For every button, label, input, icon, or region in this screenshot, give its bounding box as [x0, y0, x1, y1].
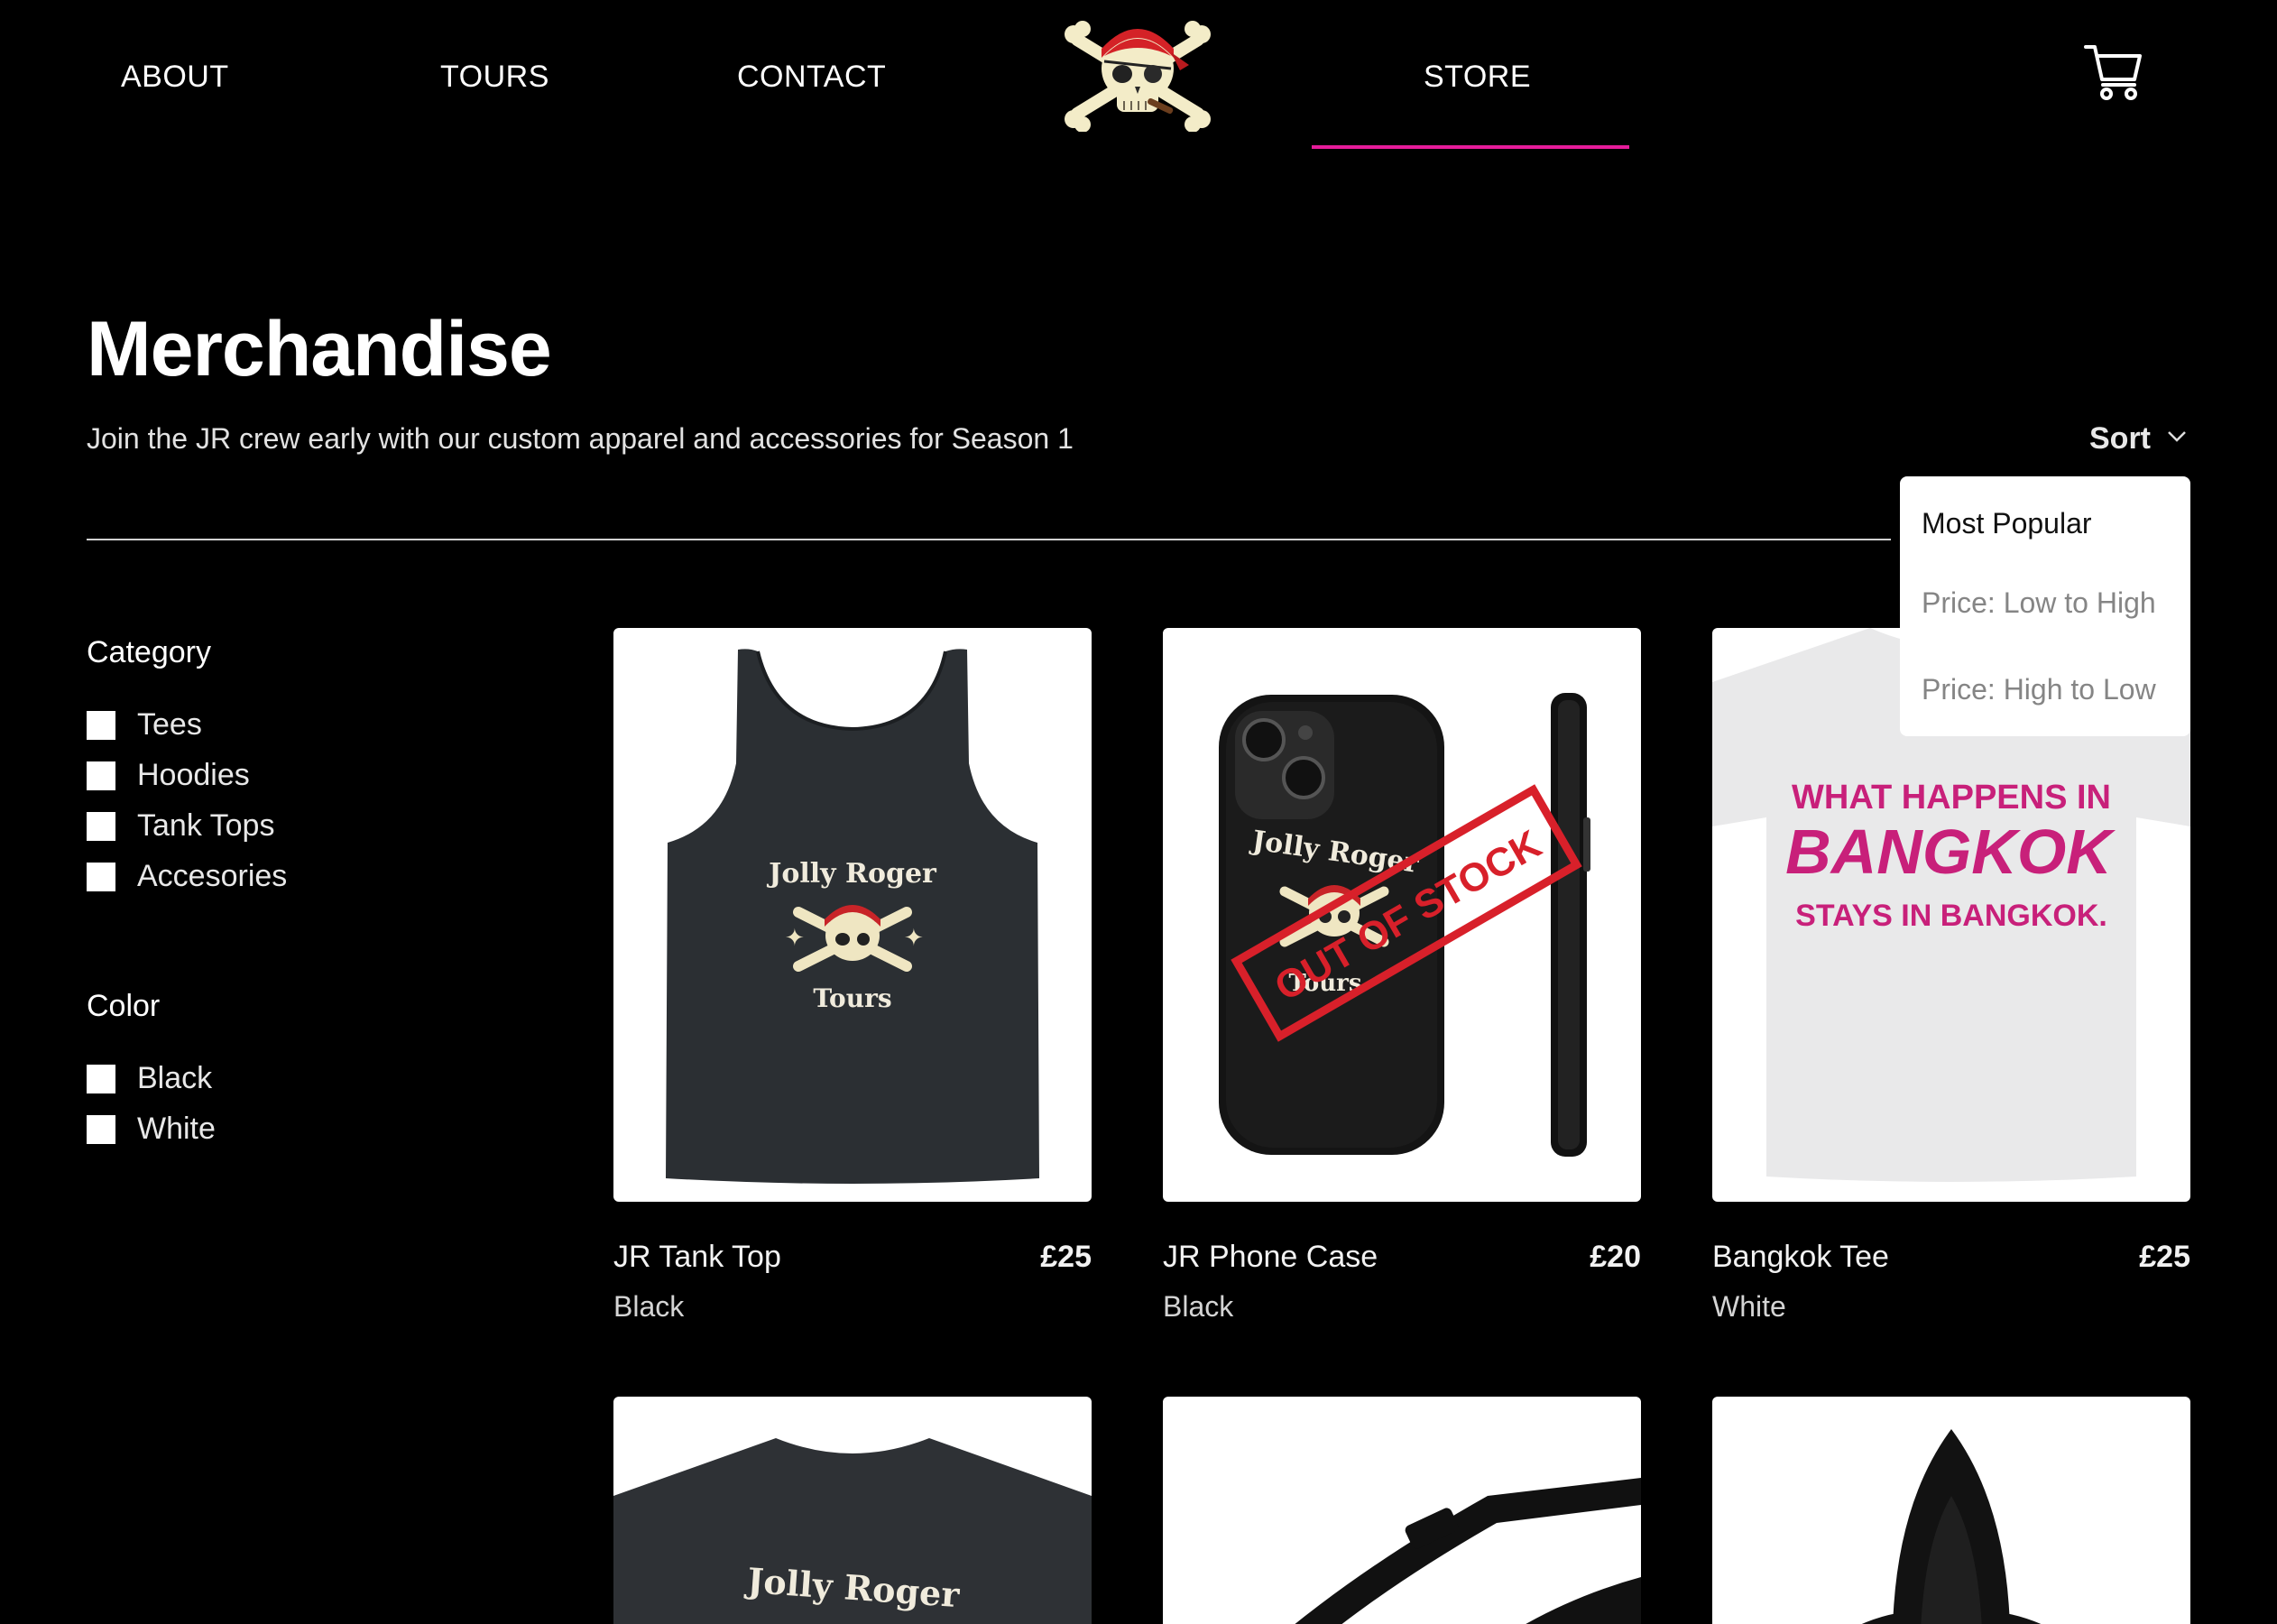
print-text: WHAT HAPPENS IN — [1792, 779, 2111, 817]
filter-accesories[interactable]: Accesories — [87, 859, 287, 894]
header-divider — [87, 539, 1891, 540]
category-heading: Category — [87, 635, 211, 669]
filter-label: White — [137, 1112, 216, 1146]
product-color: White — [1712, 1290, 1786, 1323]
svg-text:✦: ✦ — [904, 924, 924, 951]
filter-label: Hoodies — [137, 758, 250, 792]
filter-label: Accesories — [137, 859, 288, 893]
product-image[interactable] — [1712, 1397, 2190, 1624]
sort-option-price-low-high[interactable]: Price: Low to High — [1900, 559, 2190, 646]
filter-label: Tees — [137, 707, 202, 742]
sort-label: Sort — [2089, 421, 2151, 456]
print-text: Jolly Roger — [766, 858, 937, 890]
nav-store[interactable]: STORE — [1424, 60, 1531, 95]
checkbox[interactable] — [87, 1114, 115, 1144]
product-color: Black — [1163, 1290, 1234, 1323]
chevron-down-icon — [2167, 430, 2187, 448]
checkbox[interactable] — [87, 761, 115, 790]
print-text: Tours — [813, 983, 891, 1013]
checkbox[interactable] — [87, 862, 115, 891]
print-text: BANGKOK — [1785, 817, 2116, 887]
sort-option-price-high-low[interactable]: Price: High to Low — [1900, 646, 2190, 733]
product-price: £25 — [2139, 1240, 2190, 1274]
filter-tees[interactable]: Tees — [87, 707, 202, 743]
nav-tours[interactable]: TOURS — [440, 60, 549, 95]
product-price: £20 — [1590, 1240, 1641, 1274]
product-color: Black — [613, 1290, 685, 1323]
top-nav: ABOUT TOURS CONTACT STORE — [0, 0, 2277, 153]
filter-black[interactable]: Black — [87, 1061, 212, 1096]
shopping-cart-icon[interactable] — [2084, 40, 2143, 103]
filter-white[interactable]: White — [87, 1112, 216, 1147]
product-card-jr-tank-top[interactable]: Jolly Roger ✦ ✦ Tours JR Tank Top £25 Bl… — [613, 628, 1092, 1323]
filter-tank-tops[interactable]: Tank Tops — [87, 808, 274, 844]
checkbox[interactable] — [87, 710, 115, 740]
product-price: £25 — [1040, 1240, 1092, 1274]
checkbox[interactable] — [87, 811, 115, 841]
page-subtitle: Join the JR crew early with our custom a… — [87, 422, 1074, 455]
product-card-black-tee[interactable]: Jolly Roger — [613, 1397, 1092, 1624]
product-card-black-hoodie[interactable] — [1712, 1397, 2190, 1624]
active-nav-underline — [1312, 145, 1629, 149]
product-name[interactable]: Bangkok Tee — [1712, 1240, 1889, 1275]
product-card-jr-phone-case[interactable]: Jolly Roger Tours OUT OF STOCK JR Phone … — [1163, 628, 1641, 1323]
sort-dropdown-menu: Most Popular Price: Low to High Price: H… — [1900, 476, 2190, 736]
product-card-belt-bag[interactable] — [1163, 1397, 1641, 1624]
sort-option-most-popular[interactable]: Most Popular — [1900, 487, 2190, 559]
product-name[interactable]: JR Tank Top — [613, 1240, 781, 1275]
product-image[interactable]: Jolly Roger — [613, 1397, 1092, 1624]
product-name[interactable]: JR Phone Case — [1163, 1240, 1378, 1275]
product-image[interactable]: Jolly Roger ✦ ✦ Tours — [613, 628, 1092, 1202]
filter-label: Tank Tops — [137, 808, 275, 843]
product-image[interactable] — [1163, 1397, 1641, 1624]
filter-label: Black — [137, 1061, 213, 1095]
page-title: Merchandise — [87, 306, 552, 392]
svg-text:✦: ✦ — [785, 924, 805, 951]
product-image[interactable]: Jolly Roger Tours OUT OF STOCK — [1163, 628, 1641, 1202]
print-text: STAYS IN BANGKOK. — [1795, 899, 2107, 933]
checkbox[interactable] — [87, 1064, 115, 1093]
nav-about[interactable]: ABOUT — [121, 60, 229, 95]
sort-button[interactable]: Sort — [2089, 421, 2187, 457]
nav-contact[interactable]: CONTACT — [737, 60, 886, 95]
jolly-roger-logo-icon[interactable] — [1065, 13, 1211, 133]
filter-hoodies[interactable]: Hoodies — [87, 758, 250, 793]
color-heading: Color — [87, 989, 161, 1023]
